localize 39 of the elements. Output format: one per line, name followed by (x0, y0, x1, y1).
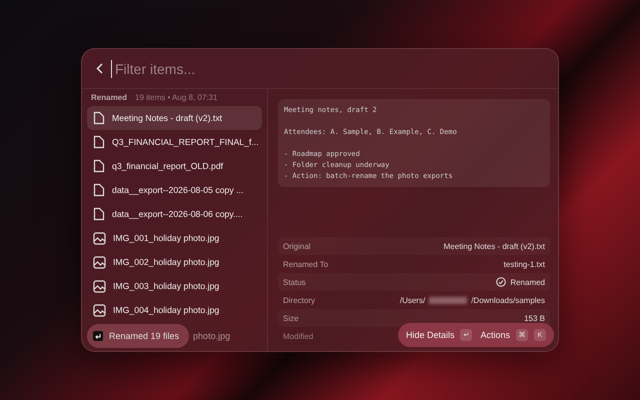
file-item[interactable]: Q3_FINANCIAL_REPORT_FINAL_f... (87, 130, 262, 154)
file-item[interactable]: q3_financial_report_OLD.pdf (87, 154, 262, 178)
document-icon (93, 207, 105, 221)
return-key-icon (93, 331, 103, 341)
file-item[interactable]: IMG_003_holiday photo.jpg (87, 274, 262, 298)
blurred-redaction (429, 296, 468, 304)
file-item[interactable]: data__export--2026-08-06 copy.... (87, 202, 262, 226)
file-item[interactable]: Meeting Notes - draft (v2).txt (87, 106, 262, 130)
file-name: photo.jpg (193, 331, 230, 341)
document-icon (93, 111, 105, 125)
image-icon (93, 232, 106, 244)
image-icon (93, 304, 106, 316)
section-title: Renamed (91, 93, 128, 102)
filter-field[interactable]: Filter items... (111, 60, 544, 78)
image-icon (93, 256, 106, 268)
toast-text: Renamed 19 files (109, 331, 180, 341)
back-icon[interactable] (96, 63, 103, 74)
file-item[interactable]: IMG_002_holiday photo.jpg (87, 250, 262, 274)
detail-label: Renamed To (283, 260, 328, 268)
path-start: /Users/ (400, 296, 426, 304)
detail-label: Directory (283, 296, 316, 304)
document-icon (93, 183, 105, 197)
detail-label: Modified (283, 332, 314, 340)
file-item[interactable]: IMG_004_holiday photo.jpg (87, 298, 262, 322)
image-icon (93, 280, 106, 292)
section-meta: 19 items • Aug 8, 07:31 (135, 93, 218, 102)
document-icon (93, 135, 105, 149)
detail-label: Status (283, 278, 306, 286)
detail-value: testing-1.txt (504, 260, 545, 268)
detail-value: 153 B (524, 314, 545, 322)
status-value: Renamed (496, 277, 545, 287)
file-item[interactable]: IMG_001_holiday photo.jpg (87, 226, 262, 250)
check-circle-icon (496, 277, 506, 287)
detail-label: Size (283, 314, 299, 322)
document-icon (93, 159, 105, 173)
detail-value: Meeting Notes - draft (v2).txt (444, 242, 545, 250)
file-item[interactable]: data__export--2026-08-05 copy ... (87, 178, 262, 202)
path-end: /Downloads/samples (471, 296, 545, 304)
detail-label: Original (283, 242, 311, 250)
